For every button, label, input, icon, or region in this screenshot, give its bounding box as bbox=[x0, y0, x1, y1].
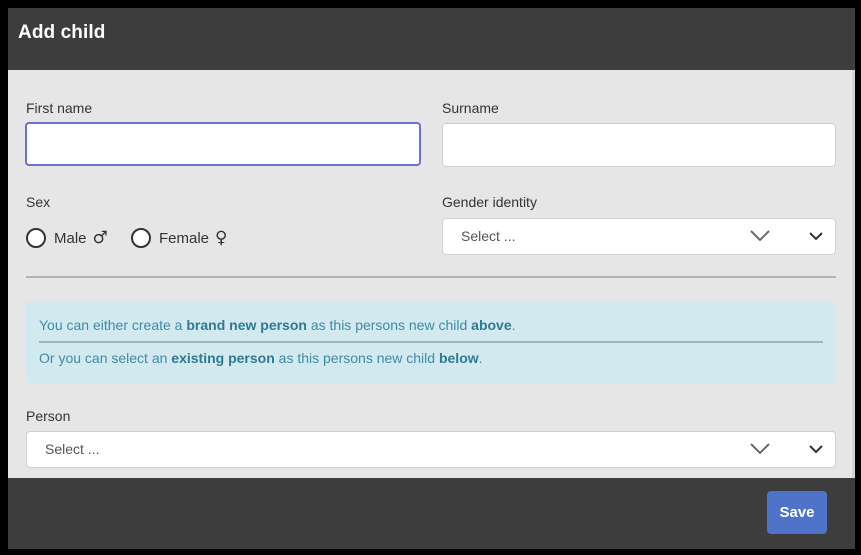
dialog-footer: Save bbox=[8, 478, 855, 549]
female-radio-button[interactable] bbox=[131, 228, 151, 248]
sex-label: Sex bbox=[26, 194, 51, 210]
female-radio-label: Female bbox=[159, 229, 210, 247]
female-symbol-icon: ♀ bbox=[215, 228, 228, 248]
person-placeholder: Select ... bbox=[45, 441, 100, 457]
dialog-title: Add child bbox=[18, 22, 106, 43]
sex-radio-male[interactable]: Male ♂ bbox=[26, 228, 108, 248]
info-line-create: You can either create a brand new person… bbox=[39, 317, 516, 333]
info-alert: You can either create a brand new person… bbox=[26, 301, 836, 383]
gender-identity-select[interactable]: Select ... bbox=[442, 218, 836, 255]
info-divider bbox=[39, 341, 823, 343]
dropdown-caret-icon bbox=[809, 445, 823, 454]
sex-radio-female[interactable]: Female ♀ bbox=[131, 228, 227, 248]
scrollbar[interactable] bbox=[852, 70, 855, 478]
dropdown-caret-icon bbox=[809, 232, 823, 241]
chevron-down-icon bbox=[750, 230, 770, 242]
add-child-dialog: Add child First name Surname Sex Male ♂ … bbox=[8, 8, 855, 549]
gender-identity-label: Gender identity bbox=[442, 194, 537, 210]
surname-label: Surname bbox=[442, 100, 499, 116]
gender-identity-placeholder: Select ... bbox=[461, 228, 516, 244]
dialog-body: First name Surname Sex Male ♂ Female ♀ G… bbox=[8, 70, 855, 478]
dialog-header: Add child bbox=[8, 8, 855, 70]
surname-input[interactable] bbox=[442, 123, 836, 167]
person-label: Person bbox=[26, 408, 71, 424]
first-name-label: First name bbox=[26, 100, 93, 116]
person-select[interactable]: Select ... bbox=[26, 431, 836, 468]
section-divider bbox=[26, 276, 836, 278]
male-radio-button[interactable] bbox=[26, 228, 46, 248]
first-name-input[interactable] bbox=[25, 122, 421, 166]
male-radio-label: Male bbox=[54, 229, 87, 247]
chevron-down-icon bbox=[750, 443, 770, 455]
male-symbol-icon: ♂ bbox=[92, 228, 108, 248]
save-button[interactable]: Save bbox=[767, 491, 827, 534]
info-line-select: Or you can select an existing person as … bbox=[39, 350, 483, 366]
